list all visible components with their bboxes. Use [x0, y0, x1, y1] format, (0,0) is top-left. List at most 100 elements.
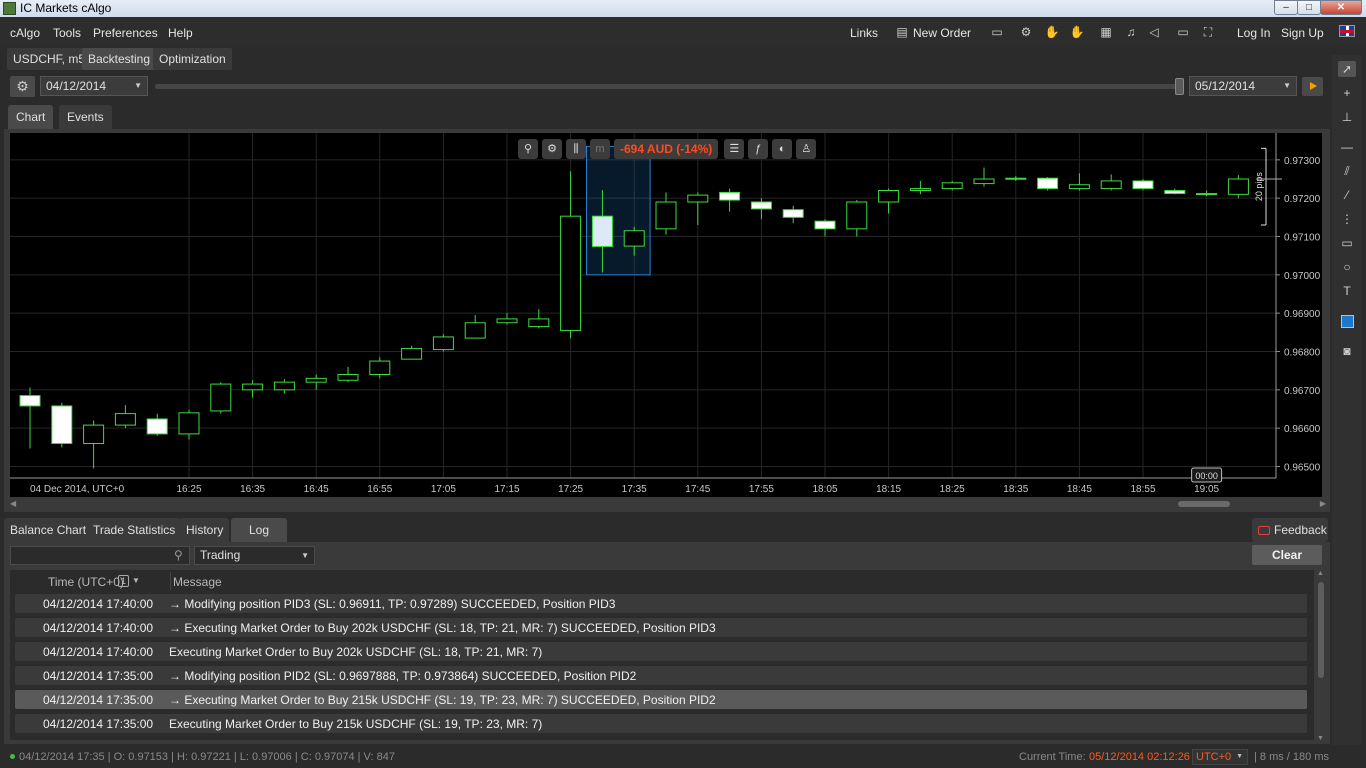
robot-icon[interactable]: ♙: [796, 139, 817, 159]
new-order-icon[interactable]: ▤: [893, 25, 911, 39]
range-slider-handle[interactable]: [1175, 78, 1184, 95]
scrollbar-thumb[interactable]: [1318, 582, 1324, 678]
menu-calgo[interactable]: cAlgo: [10, 26, 40, 40]
menu-help[interactable]: Help: [168, 26, 193, 40]
signup-button[interactable]: Sign Up: [1281, 26, 1324, 40]
timeframe-icon[interactable]: m: [590, 139, 610, 159]
table-row[interactable]: 04/12/2014 17:35:00 → Modifying position …: [15, 666, 1307, 685]
table-row[interactable]: 04/12/2014 17:35:00 → Executing Market Or…: [15, 690, 1307, 709]
scroll-down-icon[interactable]: ▼: [1317, 735, 1324, 742]
row-message: Executing Market Order to Buy 202k USDCH…: [169, 645, 543, 659]
title-bar: IC Markets cAlgo – □ ✕: [0, 0, 1366, 17]
maximize-button[interactable]: □: [1297, 0, 1321, 15]
menu-preferences[interactable]: Preferences: [93, 26, 158, 40]
trend-lines-icon[interactable]: ⫽: [1338, 163, 1356, 179]
fibonacci-icon[interactable]: ⁄: [1338, 187, 1356, 203]
clear-log-button[interactable]: Clear: [1252, 545, 1322, 565]
log-search-input[interactable]: [10, 546, 190, 565]
tab-optimization[interactable]: Optimization: [153, 48, 232, 70]
color-picker-icon[interactable]: [1341, 315, 1354, 328]
hand-gear-icon[interactable]: ✋: [1043, 25, 1061, 39]
hand-check-icon[interactable]: ✋: [1068, 25, 1086, 39]
candle-bearish: [1132, 180, 1154, 190]
candle-type-icon[interactable]: ⫼: [566, 139, 586, 159]
indicator-icon[interactable]: ƒ: [748, 139, 769, 159]
timezone-value: UTC+0: [1196, 751, 1232, 763]
play-icon[interactable]: [1302, 77, 1323, 96]
y-tick-label: 0.96900: [1284, 309, 1321, 320]
tab-balance-chart[interactable]: Balance Chart: [4, 518, 93, 542]
scroll-right-icon[interactable]: ▶: [1320, 499, 1326, 508]
column-header-time[interactable]: Time (UTC+0): [48, 575, 124, 589]
candlestick-chart[interactable]: 0.97300 0.97200 0.97100 0.97000 0.96900 0.968…: [10, 133, 1322, 497]
feedback-button[interactable]: Feedback: [1252, 518, 1328, 542]
sort-arrow-icon[interactable]: ▼: [132, 576, 140, 585]
scrollbar-thumb[interactable]: [1178, 501, 1230, 507]
scroll-up-icon[interactable]: ▲: [1317, 570, 1324, 577]
algo-settings-icon[interactable]: ⚙: [1017, 25, 1035, 39]
rectangle-icon[interactable]: ▭: [1338, 235, 1356, 251]
tab-backtesting[interactable]: Backtesting: [82, 48, 157, 70]
tab-symbol[interactable]: USDCHF, m5: [7, 48, 92, 70]
tab-chart[interactable]: Chart: [8, 105, 54, 129]
fullscreen-icon[interactable]: ⛶: [1199, 25, 1217, 39]
new-order-button[interactable]: New Order: [913, 26, 971, 40]
y-tick-label: 0.96600: [1284, 424, 1321, 435]
end-date-picker[interactable]: 05/12/2014 ▼: [1189, 76, 1297, 96]
y-tick-label: 0.97300: [1284, 156, 1321, 167]
chart-horizontal-scrollbar[interactable]: ◀ ▶: [10, 499, 1326, 509]
backtest-range-slider[interactable]: [155, 84, 1181, 89]
backtest-settings-gear-icon[interactable]: ⚙: [10, 76, 35, 97]
bell-icon[interactable]: ♫: [1122, 25, 1140, 39]
speech-bubble-icon: [1258, 526, 1270, 535]
tab-log[interactable]: Log: [231, 518, 288, 542]
screenshot-icon[interactable]: ◙: [1338, 343, 1356, 359]
drop-icon[interactable]: ◐: [772, 139, 793, 159]
login-button[interactable]: Log In: [1237, 26, 1270, 40]
column-divider[interactable]: [170, 572, 171, 590]
start-date-picker[interactable]: 04/12/2014 ▼: [40, 76, 148, 96]
menu-tools[interactable]: Tools: [53, 26, 81, 40]
candle-bullish: [846, 201, 868, 230]
table-row[interactable]: 04/12/2014 17:40:00 → Executing Market Or…: [15, 618, 1307, 637]
tab-trade-statistics[interactable]: Trade Statistics: [87, 518, 182, 542]
calendar-icon[interactable]: ▦: [1097, 25, 1115, 39]
app-icon: [3, 2, 16, 15]
candle-bullish: [1227, 178, 1249, 195]
search-icon[interactable]: ⚲: [174, 548, 188, 562]
candle-bullish: [528, 318, 550, 328]
ellipse-icon[interactable]: ○: [1338, 259, 1356, 275]
x-tick-label: 16:35: [240, 484, 265, 495]
layout-icon[interactable]: ▭: [1174, 25, 1192, 39]
zoom-icon[interactable]: ⚲: [518, 139, 538, 159]
fib-levels-icon[interactable]: ⋮: [1338, 211, 1356, 227]
sort-number-icon[interactable]: 1: [118, 575, 129, 587]
close-button[interactable]: ✕: [1320, 0, 1362, 15]
start-date-value: 04/12/2014: [46, 79, 107, 93]
horizontal-line-icon[interactable]: —: [1338, 139, 1356, 155]
video-icon[interactable]: ▭: [988, 25, 1006, 39]
measure-icon[interactable]: ⊥: [1338, 109, 1356, 125]
log-vertical-scrollbar[interactable]: ▲ ▼: [1316, 570, 1326, 742]
text-icon[interactable]: T: [1338, 283, 1356, 299]
table-row[interactable]: 04/12/2014 17:40:00 Executing Market Orde…: [15, 642, 1307, 661]
minimize-button[interactable]: –: [1274, 0, 1298, 15]
pointer-icon[interactable]: ➚: [1338, 61, 1356, 77]
links-button[interactable]: Links: [850, 26, 878, 40]
row-message: → Modifying position PID2 (SL: 0.9697888…: [169, 669, 637, 683]
scroll-left-icon[interactable]: ◀: [10, 499, 16, 508]
sound-icon[interactable]: ◁: [1145, 25, 1163, 39]
table-row[interactable]: 04/12/2014 17:35:00 Executing Market Orde…: [15, 714, 1307, 733]
chevron-down-icon: ▼: [134, 81, 142, 90]
timezone-select[interactable]: UTC+0 ▼: [1192, 749, 1248, 765]
table-row[interactable]: 04/12/2014 17:40:00 → Modifying position …: [15, 594, 1307, 613]
list-icon[interactable]: ☰: [724, 139, 745, 159]
tab-history[interactable]: History: [180, 518, 230, 542]
candle-bullish: [273, 381, 295, 391]
uk-flag-icon[interactable]: [1339, 25, 1355, 37]
column-header-message[interactable]: Message: [173, 575, 222, 589]
tab-events[interactable]: Events: [59, 105, 112, 129]
chart-settings-icon[interactable]: ⚙: [542, 139, 562, 159]
crosshair-icon[interactable]: +: [1338, 85, 1356, 101]
log-filter-select[interactable]: Trading ▼: [194, 546, 315, 565]
